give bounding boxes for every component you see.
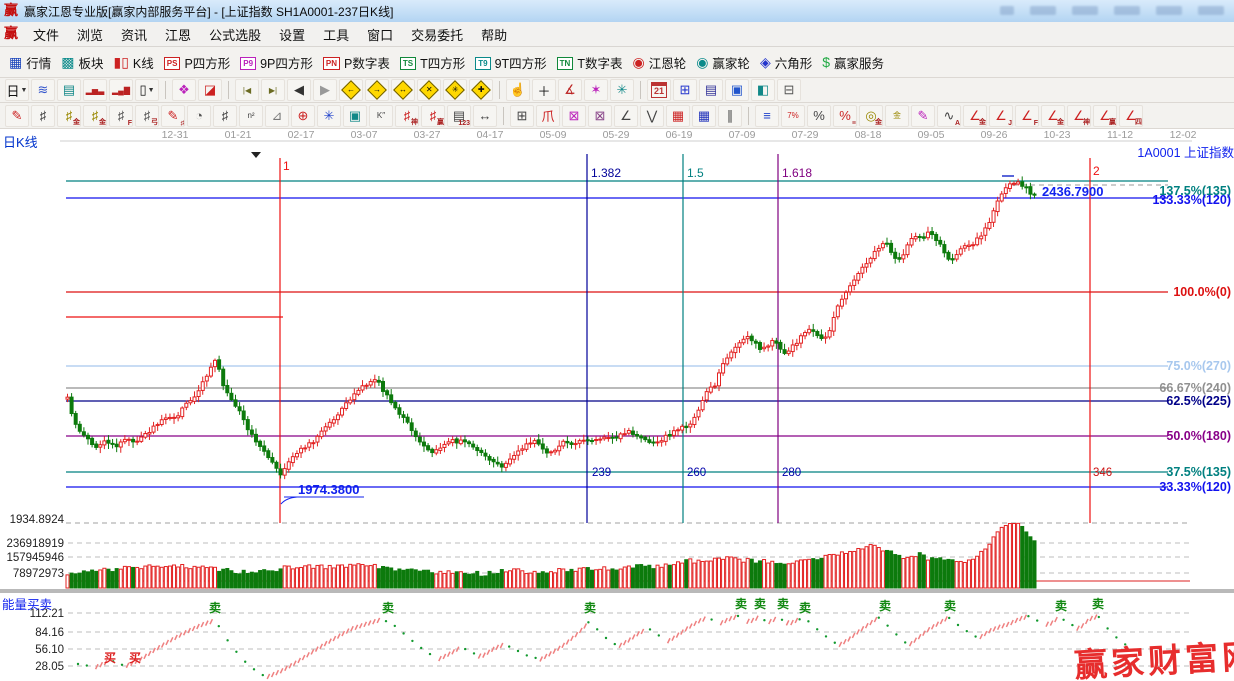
pane-separator: [0, 589, 1234, 593]
site-watermark: 赢家财富网: [1073, 629, 1234, 681]
svg-text:买: 买: [129, 651, 141, 665]
period-label: 日K线: [3, 132, 38, 151]
svg-text:33.33%(120): 33.33%(120): [1159, 480, 1231, 494]
svg-text:买: 买: [104, 651, 116, 665]
svg-text:卖: 卖: [799, 600, 811, 615]
svg-text:280: 280: [782, 467, 801, 479]
svg-text:卖: 卖: [209, 600, 221, 615]
svg-text:卖: 卖: [735, 596, 747, 611]
svg-text:1934.8924: 1934.8924: [10, 514, 65, 526]
svg-text:66.67%(240): 66.67%(240): [1159, 381, 1231, 395]
svg-text:10-23: 10-23: [1044, 129, 1071, 141]
svg-text:1.5: 1.5: [687, 166, 704, 180]
svg-text:06-19: 06-19: [666, 129, 693, 141]
svg-text:260: 260: [687, 467, 706, 479]
symbol-label: 1A0001 上证指数: [1137, 142, 1234, 161]
application-window: 赢 赢家江恩专业版[赢家内部服务平台] - [上证指数 SH1A0001-237…: [0, 0, 1234, 681]
svg-text:12-31: 12-31: [162, 129, 189, 141]
svg-text:09-26: 09-26: [981, 129, 1008, 141]
svg-text:07-09: 07-09: [729, 129, 756, 141]
dashed-grid-lines: [66, 185, 1190, 666]
svg-text:卖: 卖: [944, 598, 956, 613]
trade-signals: 卖卖卖卖卖卖卖卖卖卖卖买买: [104, 596, 1104, 665]
gann-level-lines: 137.5%(135)133.33%(120)100.0%(0)75.0%(27…: [66, 181, 1231, 494]
gann-count-number: 346: [1093, 467, 1112, 479]
svg-text:157945946: 157945946: [6, 552, 64, 564]
svg-text:84.16: 84.16: [35, 627, 64, 639]
gann-count-number: 260: [687, 467, 706, 479]
svg-text:2: 2: [1093, 164, 1100, 178]
price-tag: 1974.3800: [281, 482, 364, 504]
svg-text:卖: 卖: [754, 596, 766, 611]
svg-text:卖: 卖: [584, 600, 596, 615]
svg-text:01-21: 01-21: [225, 129, 252, 141]
svg-text:卖: 卖: [879, 598, 891, 613]
svg-text:卖: 卖: [1055, 598, 1067, 613]
svg-text:62.5%(225): 62.5%(225): [1166, 394, 1231, 408]
svg-text:2436.7900: 2436.7900: [1042, 184, 1103, 199]
svg-text:07-29: 07-29: [792, 129, 819, 141]
svg-text:1.618: 1.618: [782, 166, 812, 180]
svg-text:03-07: 03-07: [351, 129, 378, 141]
svg-text:09-05: 09-05: [918, 129, 945, 141]
oscillator-title: 能量买卖: [2, 594, 52, 613]
svg-text:75.0%(270): 75.0%(270): [1166, 359, 1231, 373]
svg-text:1974.3800: 1974.3800: [298, 482, 359, 497]
svg-text:03-27: 03-27: [414, 129, 441, 141]
svg-text:08-18: 08-18: [855, 129, 882, 141]
svg-text:56.10: 56.10: [35, 644, 64, 656]
svg-text:78972973: 78972973: [13, 568, 64, 580]
kline-chart-surface[interactable]: 12-31 01-21 02-17 03-07 03-27 04-17 05-09 05-29…: [0, 0, 1234, 681]
svg-text:37.5%(135): 37.5%(135): [1166, 465, 1231, 479]
svg-text:100.0%(0): 100.0%(0): [1173, 285, 1231, 299]
svg-text:卖: 卖: [777, 596, 789, 611]
svg-text:11-12: 11-12: [1107, 129, 1133, 141]
svg-text:卖: 卖: [1092, 596, 1104, 611]
svg-text:133.33%(120): 133.33%(120): [1152, 193, 1231, 207]
svg-text:50.0%(180): 50.0%(180): [1166, 429, 1231, 443]
svg-text:卖: 卖: [382, 600, 394, 615]
oscillator-curve: [77, 615, 1127, 679]
svg-text:239: 239: [592, 467, 611, 479]
svg-text:1: 1: [283, 159, 290, 173]
price-tag: 2436.7900: [1042, 184, 1103, 199]
svg-text:02-17: 02-17: [288, 129, 315, 141]
svg-text:28.05: 28.05: [35, 661, 64, 673]
svg-text:236918919: 236918919: [6, 538, 64, 550]
gann-count-number: 239: [592, 467, 611, 479]
down-triangle-marker: [251, 152, 261, 158]
svg-text:05-29: 05-29: [603, 129, 630, 141]
svg-text:1.382: 1.382: [591, 166, 621, 180]
date-axis: 12-31 01-21 02-17 03-07 03-27 04-17 05-09 05-29…: [162, 129, 1197, 141]
volume-bars: [66, 523, 1036, 588]
svg-text:12-02: 12-02: [1170, 129, 1197, 141]
svg-text:04-17: 04-17: [477, 129, 504, 141]
candlesticks: [66, 176, 1036, 479]
svg-text:05-09: 05-09: [540, 129, 567, 141]
gann-count-number: 280: [782, 467, 801, 479]
svg-text:346: 346: [1093, 467, 1112, 479]
